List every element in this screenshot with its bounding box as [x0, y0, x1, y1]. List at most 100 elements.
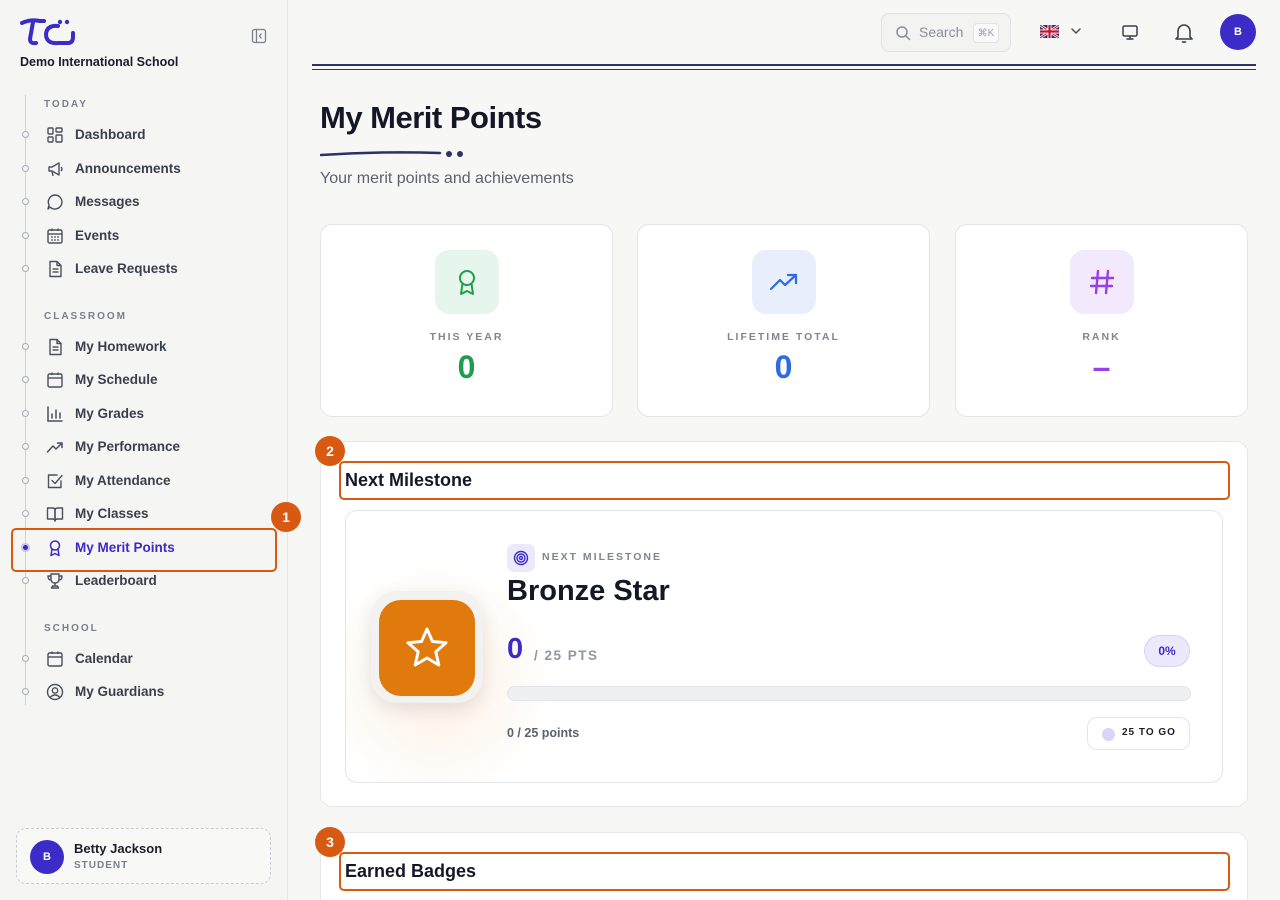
milestone-target-points: / 25 PTS — [534, 648, 599, 663]
collapse-sidebar-icon[interactable] — [251, 28, 267, 44]
sidebar-item-calendar[interactable]: Calendar — [0, 644, 288, 674]
star-icon — [406, 627, 448, 667]
stat-card-lifetime-total: LIFETIME TOTAL 0 — [637, 224, 930, 417]
award-icon — [459, 270, 475, 295]
annotation-badge-3: 3 — [315, 827, 345, 857]
avatar[interactable]: B — [1220, 14, 1256, 50]
sidebar-item-my-guardians[interactable]: My Guardians — [0, 677, 288, 707]
milestone-to-go-badge: 25 TO GO — [1087, 717, 1190, 750]
milestone-current-points: 0 — [507, 633, 524, 665]
stat-value: – — [1092, 349, 1111, 385]
milestone-card: NEXT MILESTONE Bronze Star 0 / 25 PTS 0%… — [345, 510, 1223, 783]
checkbox-icon — [47, 474, 63, 489]
book-icon — [46, 507, 64, 522]
sidebar-item-my-grades[interactable]: My Grades — [0, 399, 288, 429]
message-icon — [47, 194, 63, 210]
stat-value: 0 — [774, 349, 793, 385]
sidebar-item-my-performance[interactable]: My Performance — [0, 432, 288, 462]
user-name: Betty Jackson — [74, 841, 163, 856]
calendar-icon — [47, 651, 63, 667]
calendar-icon — [47, 372, 63, 388]
uk-flag-icon — [1040, 25, 1059, 38]
dashboard-icon — [47, 127, 63, 143]
sidebar-item-announcements[interactable]: Announcements — [0, 154, 288, 184]
nav-dot — [22, 410, 29, 417]
search-input[interactable]: Search ⌘K — [881, 13, 1011, 52]
sidebar-item-events[interactable]: Events — [0, 221, 288, 251]
annotation-box-3 — [339, 852, 1230, 891]
school-logo — [20, 18, 75, 46]
sidebar-item-label: My Homework — [75, 339, 167, 354]
annotation-box-1 — [11, 528, 277, 572]
sidebar-item-label: Dashboard — [75, 127, 146, 142]
annotation-badge-2: 2 — [315, 436, 345, 466]
sidebar-item-label: My Schedule — [75, 372, 158, 387]
sidebar-item-label: My Grades — [75, 406, 145, 421]
search-shortcut: ⌘K — [973, 23, 999, 43]
sidebar-item-my-attendance[interactable]: My Attendance — [0, 466, 288, 496]
section-title-school: SCHOOL — [44, 623, 99, 634]
sidebar-item-label: My Performance — [75, 439, 181, 454]
milestone-points-text: 0 / 25 points — [507, 726, 580, 740]
nav-dot — [22, 443, 29, 450]
megaphone-icon — [48, 162, 63, 177]
sidebar-item-my-homework[interactable]: My Homework — [0, 332, 288, 362]
sidebar-item-my-schedule[interactable]: My Schedule — [0, 365, 288, 395]
target-icon-box — [507, 544, 535, 572]
user-role: STUDENT — [74, 860, 129, 871]
document-icon — [49, 260, 62, 278]
sidebar-item-label: Leave Requests — [75, 261, 178, 276]
sidebar-item-label: Announcements — [75, 161, 181, 176]
calendar-grid-icon — [47, 228, 63, 244]
annotation-box-2 — [339, 461, 1230, 500]
page-title: My Merit Points — [320, 100, 542, 135]
document-icon — [49, 338, 62, 356]
search-placeholder: Search — [919, 24, 964, 40]
monitor-icon[interactable] — [1121, 23, 1139, 41]
sidebar-item-label: My Attendance — [75, 473, 171, 488]
language-selector[interactable] — [1040, 24, 1084, 42]
sidebar-item-label: Messages — [75, 194, 140, 209]
nav-dot — [22, 232, 29, 239]
hash-icon — [1089, 269, 1115, 295]
to-go-dot — [1102, 728, 1115, 741]
stat-icon-box — [1070, 250, 1134, 314]
sidebar-item-label: Calendar — [75, 651, 133, 666]
bar-chart-icon — [47, 406, 63, 422]
sidebar-item-label: My Classes — [75, 506, 149, 521]
user-profile-card[interactable]: B Betty Jackson STUDENT — [16, 828, 271, 884]
stat-card-this-year: THIS YEAR 0 — [320, 224, 613, 417]
school-name: Demo International School — [20, 55, 179, 69]
header-divider — [312, 64, 1256, 70]
nav-dot — [22, 343, 29, 350]
sidebar-item-dashboard[interactable]: Dashboard — [0, 120, 288, 150]
trophy-icon — [47, 573, 63, 589]
stat-card-rank: RANK – — [955, 224, 1248, 417]
milestone-badge — [379, 600, 475, 696]
target-icon — [513, 550, 529, 566]
nav-dot — [22, 655, 29, 662]
bell-icon[interactable] — [1173, 21, 1195, 43]
section-title-classroom: CLASSROOM — [44, 311, 127, 322]
milestone-tag: NEXT MILESTONE — [542, 551, 662, 563]
sidebar-item-label: Leaderboard — [75, 573, 157, 588]
stat-label: LIFETIME TOTAL — [727, 331, 840, 343]
sidebar-item-leave-requests[interactable]: Leave Requests — [0, 254, 288, 284]
stat-label: THIS YEAR — [429, 331, 504, 343]
stat-icon-box — [435, 250, 499, 314]
nav-dot — [22, 477, 29, 484]
sidebar-item-my-classes[interactable]: My Classes — [0, 499, 288, 529]
page-subtitle: Your merit points and achievements — [320, 170, 574, 187]
sidebar-item-messages[interactable]: Messages — [0, 187, 288, 217]
milestone-percent-badge: 0% — [1144, 635, 1190, 667]
nav-dot — [22, 577, 29, 584]
user-circle-icon — [46, 683, 64, 701]
milestone-progress-bar — [507, 686, 1191, 701]
stat-icon-box — [752, 250, 816, 314]
nav-dot — [22, 376, 29, 383]
stat-label: RANK — [1082, 331, 1121, 343]
nav-dot — [22, 688, 29, 695]
nav-dot — [22, 165, 29, 172]
chevron-down-icon — [1071, 28, 1081, 34]
avatar: B — [30, 840, 64, 874]
